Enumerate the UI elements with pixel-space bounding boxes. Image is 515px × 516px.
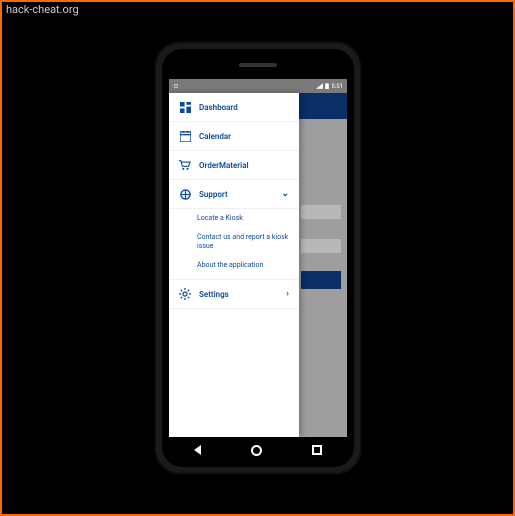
navigation-drawer: Dashboard Calendar OrderMaterial bbox=[169, 93, 299, 437]
sub-item-locate-kiosk[interactable]: Locate a Kiosk bbox=[169, 209, 299, 228]
sub-item-about-app[interactable]: About the application bbox=[169, 256, 299, 275]
watermark-text: hack-cheat.org bbox=[6, 3, 79, 16]
recents-button[interactable] bbox=[312, 445, 322, 455]
nav-item-order-material[interactable]: OrderMaterial bbox=[169, 151, 299, 180]
phone-frame: 5:51 Dashboard bbox=[156, 43, 360, 473]
phone-body: 5:51 Dashboard bbox=[162, 49, 354, 467]
phone-screen: 5:51 Dashboard bbox=[169, 79, 347, 437]
gear-icon bbox=[179, 288, 191, 300]
status-bar: 5:51 bbox=[169, 79, 347, 93]
home-button[interactable] bbox=[251, 445, 262, 456]
battery-icon bbox=[325, 83, 329, 89]
nav-label: OrderMaterial bbox=[199, 161, 289, 170]
signal-icon bbox=[316, 83, 323, 89]
support-icon bbox=[179, 188, 191, 200]
phone-speaker bbox=[239, 63, 277, 67]
background-input-2 bbox=[301, 239, 341, 253]
cart-icon bbox=[179, 159, 191, 171]
nav-item-dashboard[interactable]: Dashboard bbox=[169, 93, 299, 122]
status-time: 5:51 bbox=[331, 83, 343, 90]
sub-item-contact-us[interactable]: Contact us and report a kiosk issue bbox=[169, 228, 299, 256]
background-input-1 bbox=[301, 205, 341, 219]
nav-label: Dashboard bbox=[199, 103, 289, 112]
back-button[interactable] bbox=[194, 445, 201, 455]
nav-item-calendar[interactable]: Calendar bbox=[169, 122, 299, 151]
background-button bbox=[301, 271, 341, 289]
support-submenu: Locate a Kiosk Contact us and report a k… bbox=[169, 209, 299, 280]
android-nav-bar bbox=[169, 439, 347, 461]
nav-label: Settings bbox=[199, 290, 278, 299]
chevron-right-icon: › bbox=[286, 289, 289, 299]
calendar-icon bbox=[179, 130, 191, 142]
nav-label: Support bbox=[199, 190, 273, 199]
nav-item-support[interactable]: Support ⌄ bbox=[169, 180, 299, 209]
chevron-down-icon: ⌄ bbox=[281, 189, 289, 199]
settings-status-icon bbox=[173, 83, 179, 89]
nav-label: Calendar bbox=[199, 132, 289, 141]
nav-item-settings[interactable]: Settings › bbox=[169, 280, 299, 309]
dashboard-icon bbox=[179, 101, 191, 113]
